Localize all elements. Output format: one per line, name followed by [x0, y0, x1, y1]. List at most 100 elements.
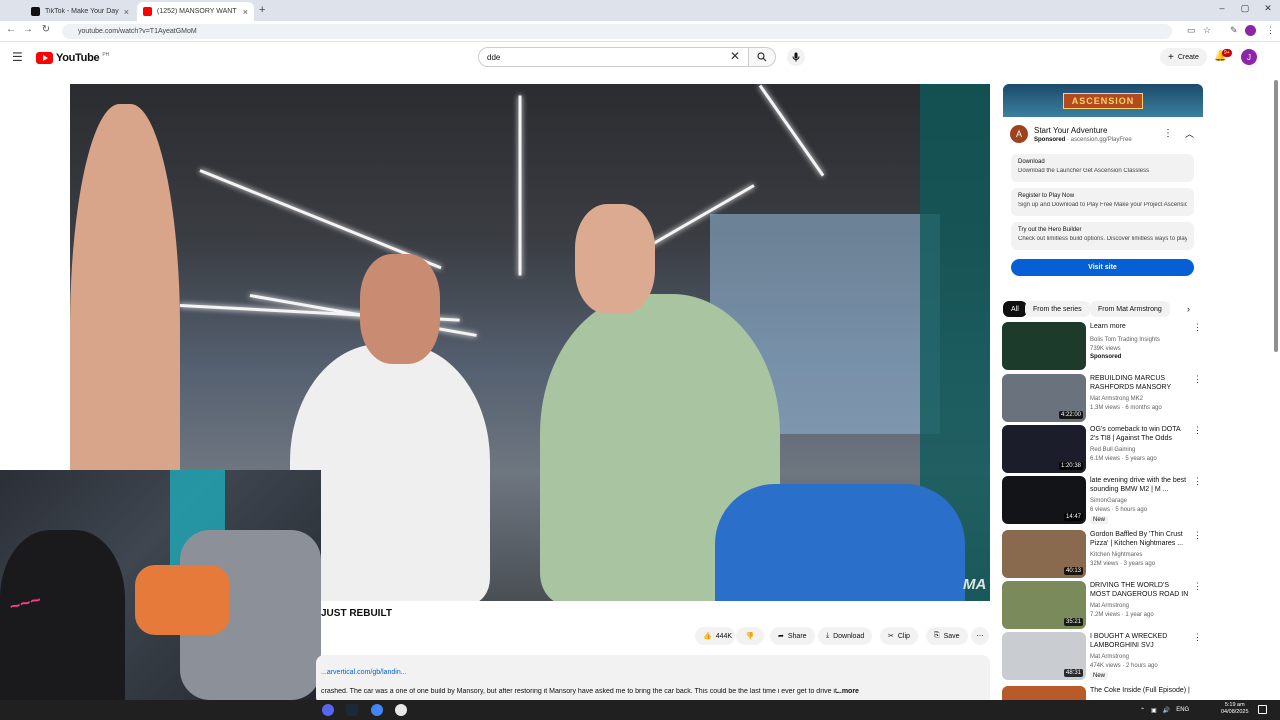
steam-icon[interactable]	[346, 704, 358, 716]
back-icon[interactable]: ←	[4, 24, 18, 35]
chrome-menu-icon[interactable]: ⋮	[1266, 25, 1275, 36]
download-button[interactable]: ⤓ Download	[818, 627, 873, 645]
description-box[interactable]	[316, 655, 990, 705]
more-vertical-icon[interactable]: ⋮	[1193, 581, 1202, 592]
ad-menu-icon[interactable]: ⋮	[1163, 128, 1173, 139]
chrome-icon[interactable]	[371, 704, 383, 716]
video-thumbnail[interactable]: 48:31	[1002, 632, 1086, 680]
account-avatar[interactable]: J	[1241, 49, 1257, 65]
ad-title[interactable]: Start Your Adventure	[1034, 126, 1107, 135]
channel-watermark: MA	[963, 576, 987, 593]
bookmark-icon: ⎘	[934, 632, 940, 639]
more-vertical-icon[interactable]: ⋮	[1193, 632, 1202, 643]
advertiser-logo: A	[1010, 125, 1028, 143]
like-button[interactable]: 👍 444K	[695, 627, 735, 645]
reload-icon[interactable]: ↻	[39, 24, 53, 35]
chevron-up-icon[interactable]: ︿	[1185, 127, 1194, 140]
list-item[interactable]: 1:20:38 OG's comeback to win DOTA 2's TI…	[1002, 425, 1202, 473]
tab-youtube[interactable]: (1252) MANSORY WANT BA ×	[137, 2, 254, 21]
close-tab-icon[interactable]: ×	[124, 7, 129, 17]
url-input[interactable]: youtube.com/watch?v=T1AyeatGMoM	[62, 24, 1172, 39]
clip-button[interactable]: ✂ Clip	[880, 627, 918, 645]
ad-sitelink-hero-builder[interactable]: Try out the Hero Builder Check out limit…	[1011, 222, 1194, 250]
more-vertical-icon[interactable]: ⋮	[1193, 530, 1202, 541]
bookmark-star-icon[interactable]: ☆	[1203, 25, 1211, 36]
obs-icon[interactable]	[395, 704, 407, 716]
language-indicator[interactable]: ENG	[1176, 707, 1189, 713]
scissors-icon: ✂	[888, 633, 894, 640]
maximize-icon[interactable]: ▢	[1235, 3, 1255, 14]
create-button[interactable]: + Create	[1160, 48, 1207, 66]
more-vertical-icon[interactable]: ⋮	[1193, 425, 1202, 436]
more-vertical-icon[interactable]: ⋮	[1193, 374, 1202, 385]
video-thumbnail[interactable]: 4:22:00	[1002, 374, 1086, 422]
plus-icon: +	[1168, 51, 1174, 63]
notification-center-icon[interactable]	[1258, 705, 1267, 714]
download-icon: ⤓	[826, 632, 830, 639]
visit-site-button[interactable]: Visit site	[1011, 259, 1194, 276]
ad-sitelink-download[interactable]: Download Download the Launcher Get Ascen…	[1011, 154, 1194, 182]
video-thumbnail[interactable]: 35:21	[1002, 581, 1086, 629]
video-thumbnail[interactable]: 14:47	[1002, 476, 1086, 524]
cast-icon[interactable]: ▭	[1187, 25, 1196, 36]
extensions-icon[interactable]: ✎	[1230, 25, 1238, 36]
chip-all[interactable]: All	[1003, 301, 1027, 317]
clear-search-icon[interactable]: ✕	[730, 49, 740, 63]
description-link[interactable]: ...arvertical.com/gb/landin...	[321, 669, 407, 676]
discord-icon[interactable]	[322, 704, 334, 716]
network-icon[interactable]: ▣	[1151, 707, 1157, 714]
video-title: JUST REBUILT	[321, 608, 392, 619]
description-text: crashed. The car was a one of one build …	[321, 688, 839, 695]
share-button[interactable]: ➦ Share	[770, 627, 815, 645]
chip-from-mat-armstrong[interactable]: From Mat Armstrong	[1090, 301, 1170, 317]
youtube-logo[interactable]: YouTube PH	[36, 52, 109, 64]
video-thumbnail[interactable]: 1:20:38	[1002, 425, 1086, 473]
system-tray: ⌃ ▣ 🔊 ENG	[1140, 702, 1189, 718]
ad-banner-image[interactable]: ASCENSION	[1003, 84, 1203, 117]
dislike-button[interactable]: 👎	[736, 627, 764, 645]
new-badge: New	[1090, 672, 1109, 680]
minimize-icon[interactable]: –	[1212, 3, 1232, 13]
more-vertical-icon[interactable]: ⋮	[1193, 322, 1202, 333]
close-tab-icon[interactable]: ×	[243, 7, 248, 17]
microphone-icon	[792, 52, 800, 62]
page-scrollbar[interactable]	[1274, 80, 1278, 352]
save-button[interactable]: ⎘ Save	[926, 627, 968, 645]
share-icon: ➦	[778, 633, 784, 640]
list-item[interactable]: Learn more Bolis Tom Trading Insights 73…	[1002, 322, 1202, 370]
list-item[interactable]: 35:21 DRIVING THE WORLD'S MOST DANGEROUS…	[1002, 581, 1202, 629]
ad-sitelink-register[interactable]: Register to Play Now Sign up and Downloa…	[1011, 188, 1194, 216]
chip-from-the-series[interactable]: From the series	[1025, 301, 1090, 317]
close-window-icon[interactable]: ✕	[1258, 3, 1278, 14]
more-horizontal-icon: ⋯	[976, 633, 984, 640]
volume-icon[interactable]: 🔊	[1163, 707, 1170, 714]
list-item[interactable]: 40:13 Gordon Baffled By 'Thin Crust Pizz…	[1002, 530, 1202, 578]
description-more-link[interactable]: ...more	[836, 688, 859, 695]
video-thumbnail[interactable]	[1002, 322, 1086, 370]
new-badge: New	[1090, 516, 1109, 524]
webcam-overlay: ~~~	[0, 470, 321, 700]
video-thumbnail[interactable]: 40:13	[1002, 530, 1086, 578]
tab-tiktok[interactable]: TikTok - Make Your Day ×	[25, 2, 135, 21]
sponsored-badge: Sponsored	[1090, 354, 1122, 360]
forward-icon[interactable]: →	[21, 24, 35, 35]
windows-taskbar	[0, 700, 1280, 720]
ad-sponsored-label: Sponsored · ascension.gg/PlayFree	[1034, 137, 1132, 143]
list-item[interactable]: The Coke Inside (Full Episode) |	[1002, 686, 1202, 700]
list-item[interactable]: 14:47 late evening drive with the best s…	[1002, 476, 1202, 524]
search-input[interactable]: dde	[478, 47, 749, 67]
more-vertical-icon[interactable]: ⋮	[1193, 476, 1202, 487]
chevron-up-icon[interactable]: ⌃	[1140, 707, 1145, 714]
taskbar-clock[interactable]: 5:19 am 04/08/2025	[1221, 702, 1249, 716]
voice-search-button[interactable]	[787, 48, 805, 66]
profile-icon[interactable]	[1245, 25, 1256, 36]
list-item[interactable]: 48:31 I BOUGHT A WRECKED LAMBORGHINI SVJ…	[1002, 632, 1202, 680]
video-thumbnail[interactable]	[1002, 686, 1086, 700]
hamburger-menu-icon[interactable]: ☰	[12, 50, 23, 64]
more-actions-button[interactable]: ⋯	[971, 627, 989, 645]
new-tab-icon[interactable]: +	[259, 4, 265, 16]
search-button[interactable]	[749, 47, 776, 67]
list-item[interactable]: 4:22:00 REBUILDING MARCUS RASHFORDS MANS…	[1002, 374, 1202, 422]
chevron-right-icon[interactable]: ›	[1187, 304, 1190, 314]
notification-count-badge: 9+	[1222, 49, 1232, 57]
